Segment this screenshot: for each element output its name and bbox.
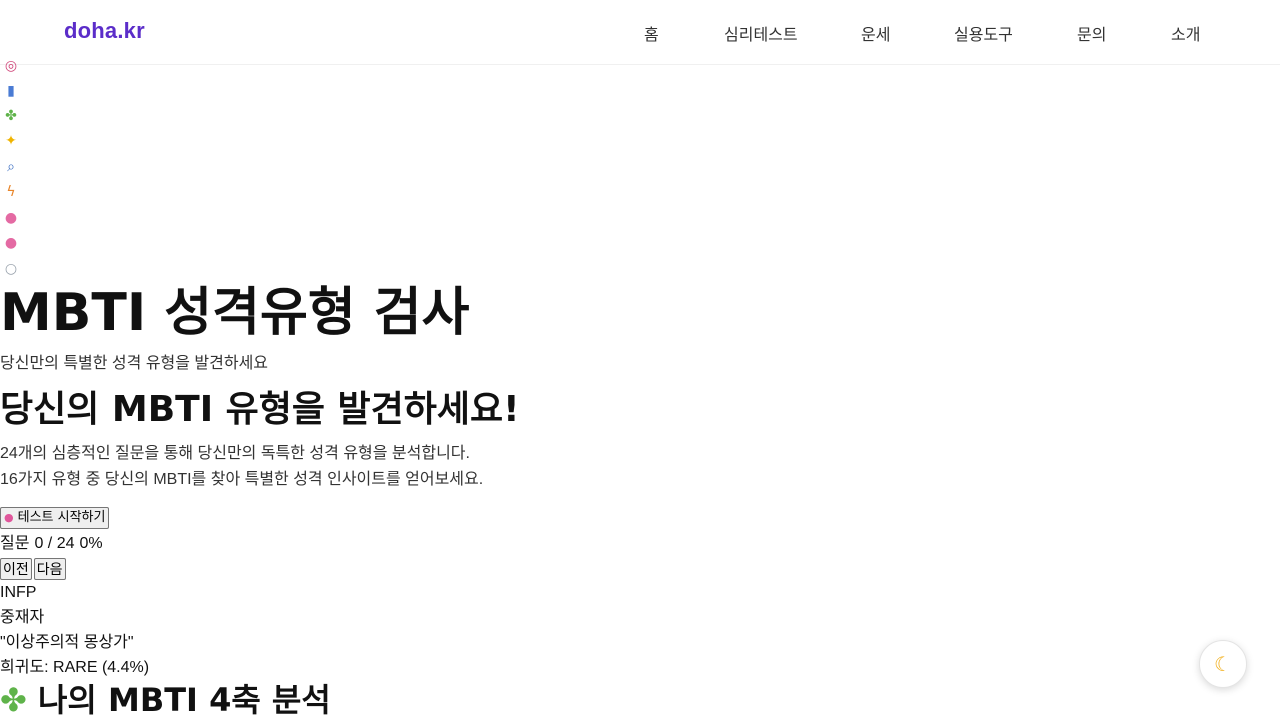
page-title: MBTI 성격유형 검사 [0, 283, 470, 343]
start-test-button[interactable]: ● 테스트 시작하기 [0, 507, 110, 529]
progress-label: 질문 [0, 535, 30, 552]
intro-description-line: 24개의 심층적인 질문을 통해 당신만의 독특한 성격 유형을 분석합니다. [0, 445, 470, 462]
intro-description: 24개의 심층적인 질문을 통해 당신만의 독특한 성격 유형을 분석합니다. … [0, 441, 1280, 493]
next-button[interactable]: 다음 [33, 558, 66, 580]
lightning-icon: ϟ [6, 184, 16, 200]
puzzle-icon: ✤ [5, 108, 17, 124]
lightbulb-icon: ✦ [5, 133, 17, 149]
moon-icon: ☾ [1214, 652, 1232, 676]
main-content: MBTI 성격유형 검사 당신만의 특별한 성격 유형을 발견하세요 당신의 M… [0, 282, 1280, 720]
result-type: INFP [0, 584, 37, 601]
dark-mode-toggle[interactable]: ☾ [1199, 640, 1247, 688]
question-navigation: 이전 다음 [0, 558, 1280, 580]
main-nav: 홈 심리테스트 운세 실용도구 문의 소개 [0, 21, 1280, 45]
page-subtitle: 당신만의 특별한 성격 유형을 발견하세요 [0, 355, 269, 372]
nav-item-about[interactable]: 소개 [1171, 21, 1200, 45]
result-rarity: 희귀도: RARE (4.4%) [0, 659, 150, 676]
brain-icon: ● [4, 235, 18, 251]
start-test-label: 테스트 시작하기 [17, 510, 106, 525]
nav-item-fortune[interactable]: 운세 [861, 21, 890, 45]
bar-chart-icon: ▮ [7, 83, 15, 99]
analysis-heading: ✤ 나의 MBTI 4축 분석 [0, 680, 1280, 720]
nav-item-home[interactable]: 홈 [644, 21, 659, 45]
progress-indicator: 질문 0 / 24 0% [0, 531, 1280, 557]
intro-description-line: 16가지 유형 중 당신의 MBTI를 찾아 특별한 성격 인사이트를 얻어보세… [0, 471, 484, 488]
result-quote: "이상주의적 몽상가" [0, 634, 134, 651]
brain-icon: ● [4, 511, 14, 524]
puzzle-icon: ✤ [0, 681, 27, 719]
intro-heading: 당신의 MBTI 유형을 발견하세요! [0, 389, 520, 430]
thought-bubble-icon: ○ [4, 261, 18, 277]
progress-count: 0 / 24 [34, 535, 75, 552]
nav-item-tools[interactable]: 실용도구 [954, 21, 1013, 45]
brain-icon: ● [4, 210, 18, 226]
prev-button[interactable]: 이전 [0, 558, 32, 580]
analysis-heading-text: 나의 MBTI 4축 분석 [37, 681, 331, 719]
nav-item-psych-tests[interactable]: 심리테스트 [724, 21, 798, 45]
target-icon: ◎ [4, 58, 18, 74]
magnifier-icon: ⌕ [7, 159, 15, 175]
site-header: doha.kr 홈 심리테스트 운세 실용도구 문의 소개 [0, 0, 1280, 65]
nav-item-contact[interactable]: 문의 [1077, 21, 1106, 45]
result-type-name: 중재자 [0, 609, 45, 626]
progress-percent: 0% [79, 535, 103, 552]
